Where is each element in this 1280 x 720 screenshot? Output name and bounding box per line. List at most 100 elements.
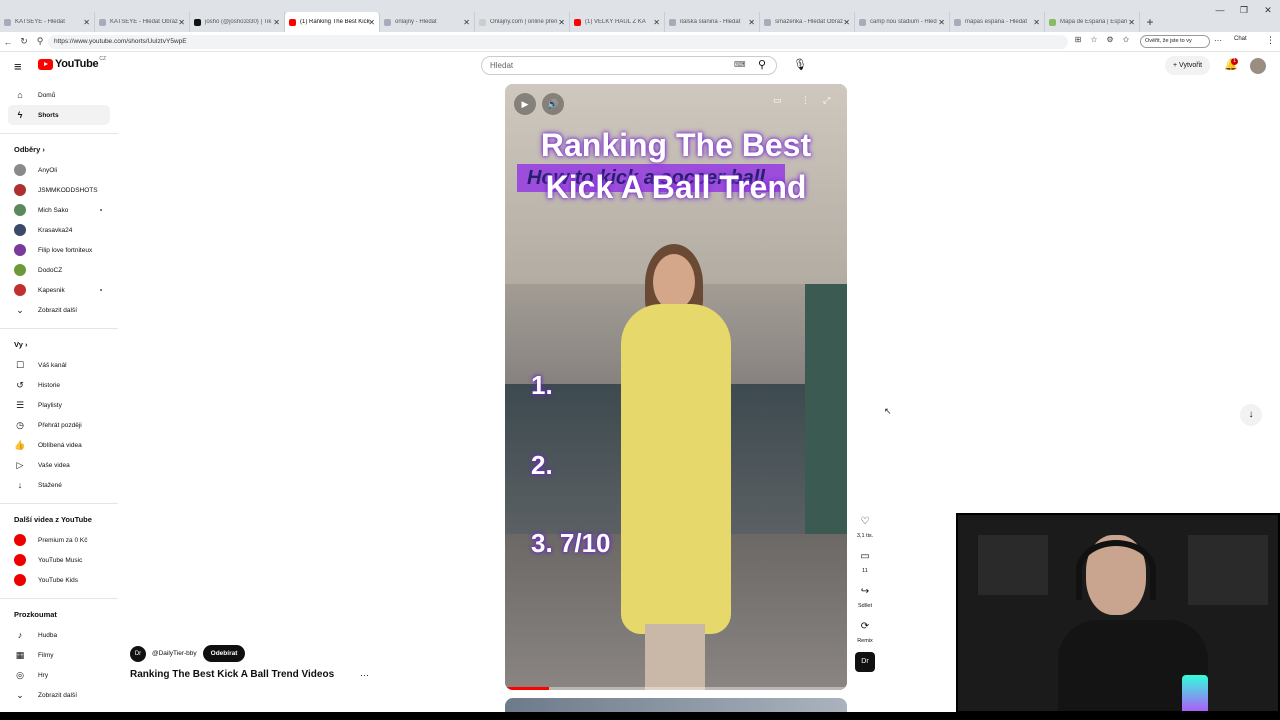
sidebar-item[interactable]: JSMMKODDSHOTS xyxy=(0,180,110,200)
install-icon[interactable]: ⊞ xyxy=(1072,35,1084,44)
extensions-icon[interactable]: ⚙ xyxy=(1104,35,1116,44)
sidebar-divider xyxy=(0,133,118,134)
sidebar-section-header[interactable]: Vy › xyxy=(0,335,118,355)
browser-tab-bar: KATSEYE - Hledat ✕ KATSEYE - Hledat Obráz ✕… xyxy=(0,12,1280,32)
browser-tab[interactable]: (1) VELKÝ HAUL Z KA ✕ xyxy=(570,12,665,32)
video-title[interactable]: Ranking The Best Kick A Ball Trend Video… xyxy=(130,669,334,680)
tab-close-icon[interactable]: ✕ xyxy=(1033,18,1040,27)
youtube-logo[interactable]: YouTube CZ xyxy=(38,56,106,70)
subscribe-button[interactable]: Odebírat xyxy=(202,645,246,662)
volume-icon[interactable]: 🔊 xyxy=(542,93,564,115)
channel-icon-button[interactable]: Dr xyxy=(855,652,875,672)
browser-tab[interactable]: josho (@josho3330) | Tik ✕ xyxy=(190,12,285,32)
tab-close-icon[interactable]: ✕ xyxy=(368,18,375,27)
sidebar-item[interactable]: DodoCZ xyxy=(0,260,110,280)
sidebar-item[interactable]: 👍 Oblíbená videa xyxy=(0,435,110,455)
sidebar-item[interactable]: AnyOli xyxy=(0,160,110,180)
verify-identity-button[interactable]: Ověřit, že jste to vy xyxy=(1140,35,1210,48)
create-button[interactable]: + Vytvořit xyxy=(1165,56,1211,75)
browser-menu-icon[interactable]: ⋮ xyxy=(1266,35,1275,46)
search-input[interactable]: Hledat xyxy=(481,56,777,75)
sidebar-item[interactable]: ↺ Historie xyxy=(0,375,110,395)
account-avatar[interactable] xyxy=(1250,58,1266,74)
comments-button[interactable]: ▭ 11 xyxy=(854,547,876,574)
tab-close-icon[interactable]: ✕ xyxy=(463,18,470,27)
sidebar-section-header[interactable]: Prozkoumat xyxy=(0,605,118,625)
browser-more-icon[interactable]: ··· xyxy=(1214,36,1222,45)
remix-button[interactable]: ⟳ Remix xyxy=(854,617,876,644)
favorites-icon[interactable]: ✩ xyxy=(1120,35,1132,44)
sidebar-item[interactable]: Krasavka24 xyxy=(0,220,110,240)
browser-tab[interactable]: (1) Ranking The Best Kick ✕ xyxy=(285,12,380,32)
copilot-chat-button[interactable]: Chat xyxy=(1234,36,1247,42)
share-button[interactable]: ↪ Sdílet xyxy=(854,582,876,609)
tab-close-icon[interactable]: ✕ xyxy=(1128,18,1135,27)
tab-close-icon[interactable]: ✕ xyxy=(273,18,280,27)
new-tab-button[interactable]: + xyxy=(1140,15,1160,29)
show-more-button[interactable]: ⌄ Zobrazit další xyxy=(0,685,110,705)
minimize-icon[interactable]: — xyxy=(1208,0,1232,20)
tab-close-icon[interactable]: ✕ xyxy=(83,18,90,27)
tab-close-icon[interactable]: ✕ xyxy=(938,18,945,27)
browser-tab[interactable]: KATSEYE - Hledat Obráz ✕ xyxy=(95,12,190,32)
browser-tab[interactable]: camp nou stadium - Hled ✕ xyxy=(855,12,950,32)
sidebar-item[interactable]: ϟ Shorts xyxy=(8,105,110,125)
bookmark-star-icon[interactable]: ☆ xyxy=(1088,35,1100,44)
sidebar-section-header[interactable]: Odběry › xyxy=(0,140,118,160)
captions-icon[interactable]: ▭ xyxy=(773,95,782,106)
close-window-icon[interactable]: ✕ xyxy=(1256,0,1280,20)
fullscreen-icon[interactable]: ⤢ xyxy=(823,95,830,106)
browser-tab[interactable]: KATSEYE - Hledat ✕ xyxy=(0,12,95,32)
sidebar-item[interactable]: ▦ Filmy xyxy=(0,645,110,665)
reload-icon[interactable]: ↻ xyxy=(16,36,32,47)
sidebar-section-header[interactable]: Další videa z YouTube xyxy=(0,510,118,530)
sidebar-item[interactable]: ↓ Stažené xyxy=(0,475,110,495)
channel-avatar[interactable]: Dr xyxy=(130,645,146,662)
tab-close-icon[interactable]: ✕ xyxy=(178,18,185,27)
sidebar-item[interactable]: Premium za 0 Kč xyxy=(0,530,110,550)
sidebar-item[interactable]: ♪ Hudba xyxy=(0,625,110,645)
sidebar-item[interactable]: ▷ Vaše videa xyxy=(0,455,110,475)
rank-1: 1. xyxy=(531,370,553,400)
tab-favicon-icon xyxy=(479,18,486,26)
new-content-dot xyxy=(100,289,102,291)
browser-tab[interactable]: smaženka - Hledat Obráz ✕ xyxy=(760,12,855,32)
tab-close-icon[interactable]: ✕ xyxy=(748,18,755,27)
hamburger-menu-icon[interactable]: ≡ xyxy=(14,59,22,74)
browser-tab[interactable]: Mapa de España | Españ ✕ xyxy=(1045,12,1140,32)
sidebar-item[interactable]: YouTube Music xyxy=(0,550,110,570)
youtube-play-icon xyxy=(38,58,53,70)
show-more-button[interactable]: ⌄ Zobrazit další xyxy=(0,300,110,320)
search-icon[interactable]: ⚲ xyxy=(758,58,766,71)
short-video-player[interactable]: How to kick a soccer ball Ranking The Be… xyxy=(505,84,847,690)
sidebar-item[interactable]: ◷ Přehrát později xyxy=(0,415,110,435)
sidebar-item[interactable]: ☰ Playlisty xyxy=(0,395,110,415)
browser-tab[interactable]: Onlajny.com | online přen ✕ xyxy=(475,12,570,32)
site-info-icon[interactable]: ⚲ xyxy=(32,36,48,47)
browser-tab[interactable]: italská slanina - Hledat ✕ xyxy=(665,12,760,32)
url-field[interactable]: https://www.youtube.com/shorts/UuIztvY5w… xyxy=(48,35,1068,49)
browser-tab[interactable]: mapas espana - Hledat ✕ xyxy=(950,12,1045,32)
tab-close-icon[interactable]: ✕ xyxy=(843,18,850,27)
play-icon[interactable]: ▶ xyxy=(514,93,536,115)
keyboard-icon[interactable]: ⌨ xyxy=(734,60,746,69)
sidebar-item[interactable]: Filip love fortniteux xyxy=(0,240,110,260)
sidebar-item[interactable]: Mich Sako xyxy=(0,200,110,220)
back-icon[interactable]: ← xyxy=(0,37,16,47)
sidebar-item[interactable]: ⌂ Domů xyxy=(0,85,110,105)
sidebar-item[interactable]: YouTube Kids xyxy=(0,570,110,590)
microphone-icon[interactable]: 🎙 xyxy=(793,58,807,71)
restore-icon[interactable]: ❐ xyxy=(1232,0,1256,20)
more-options-icon[interactable]: ⋮ xyxy=(801,95,810,106)
browser-tab[interactable]: onlajny - Hledat ✕ xyxy=(380,12,475,32)
sidebar-item[interactable]: ☐ Váš kanál xyxy=(0,355,110,375)
sidebar-item[interactable]: ◎ Hry xyxy=(0,665,110,685)
tab-close-icon[interactable]: ✕ xyxy=(653,18,660,27)
more-icon[interactable]: ··· xyxy=(360,670,369,680)
channel-name[interactable]: @DailyTier-bby xyxy=(152,650,197,657)
progress-bar[interactable] xyxy=(505,687,847,690)
tab-close-icon[interactable]: ✕ xyxy=(558,18,565,27)
sidebar-item[interactable]: Kapesnik xyxy=(0,280,110,300)
like-button[interactable]: ♡ 3,1 tis. xyxy=(854,512,876,539)
next-short-arrow-icon[interactable]: ↓ xyxy=(1240,404,1262,426)
